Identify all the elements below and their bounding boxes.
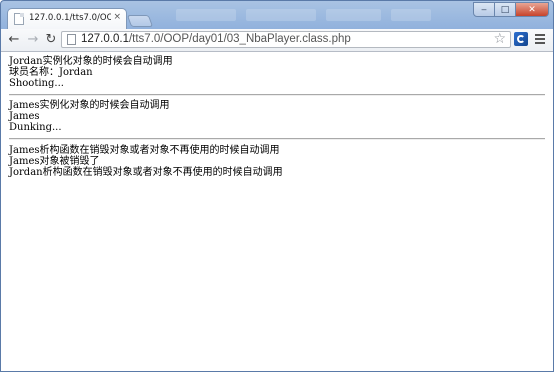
background-blur	[246, 9, 316, 21]
tab-close-icon[interactable]: ×	[113, 12, 121, 22]
url-host: 127.0.0.1	[81, 33, 129, 45]
tab-strip: 127.0.0.1/tts7.0/OOP/da × ‒ □ ✕	[1, 1, 553, 29]
horizontal-rule	[9, 94, 545, 96]
output-line: Shooting...	[9, 78, 64, 89]
forward-icon[interactable]: →	[25, 32, 41, 48]
output-block-3: James析构函数在销毁对象或者对象不再使用的时候自动调用 James对象被销毁…	[9, 145, 545, 178]
extension-icon[interactable]	[514, 32, 528, 46]
tab-active[interactable]: 127.0.0.1/tts7.0/OOP/da ×	[7, 8, 127, 29]
output-line: James对象被销毁了	[9, 156, 100, 167]
star-icon[interactable]: ☆	[493, 31, 506, 47]
output-line: Jordan实例化对象的时候会自动调用	[9, 56, 173, 67]
page-icon	[67, 34, 76, 45]
window-controls: ‒ □ ✕	[473, 2, 549, 17]
page-content: Jordan实例化对象的时候会自动调用 球员名称：Jordan Shooting…	[1, 52, 553, 371]
url-text[interactable]: 127.0.0.1/tts7.0/OOP/day01/03_NbaPlayer.…	[81, 33, 351, 45]
background-blur	[391, 9, 431, 21]
output-line: 球员名称：Jordan	[9, 67, 93, 78]
reload-icon[interactable]: ↻	[43, 32, 59, 48]
minimize-button[interactable]: ‒	[473, 2, 495, 17]
toolbar: ← → ↻ 127.0.0.1/tts7.0/OOP/day01/03_NbaP…	[1, 29, 553, 52]
output-line: James析构函数在销毁对象或者对象不再使用的时候自动调用	[9, 145, 280, 156]
output-line: Jordan析构函数在销毁对象或者对象不再使用的时候自动调用	[9, 167, 283, 178]
output-block-1: Jordan实例化对象的时候会自动调用 球员名称：Jordan Shooting…	[9, 56, 545, 89]
horizontal-rule	[9, 138, 545, 140]
background-blur	[176, 9, 236, 21]
tab-title: 127.0.0.1/tts7.0/OOP/da	[29, 13, 111, 23]
maximize-button[interactable]: □	[494, 2, 516, 17]
new-tab-button[interactable]	[126, 15, 154, 27]
background-blur	[326, 9, 381, 21]
url-path: /tts7.0/OOP/day01/03_NbaPlayer.class.php	[128, 33, 351, 45]
output-block-2: James实例化对象的时候会自动调用 James Dunking...	[9, 100, 545, 133]
browser-window: 127.0.0.1/tts7.0/OOP/da × ‒ □ ✕ ← → ↻ 12…	[0, 0, 554, 372]
address-bar[interactable]: 127.0.0.1/tts7.0/OOP/day01/03_NbaPlayer.…	[61, 31, 511, 48]
output-line: Dunking...	[9, 122, 62, 133]
back-icon[interactable]: ←	[6, 32, 22, 48]
menu-icon[interactable]	[535, 34, 545, 45]
close-window-button[interactable]: ✕	[515, 2, 549, 17]
output-line: James实例化对象的时候会自动调用	[9, 100, 170, 111]
page-icon	[14, 13, 24, 25]
output-line: James	[9, 111, 40, 122]
